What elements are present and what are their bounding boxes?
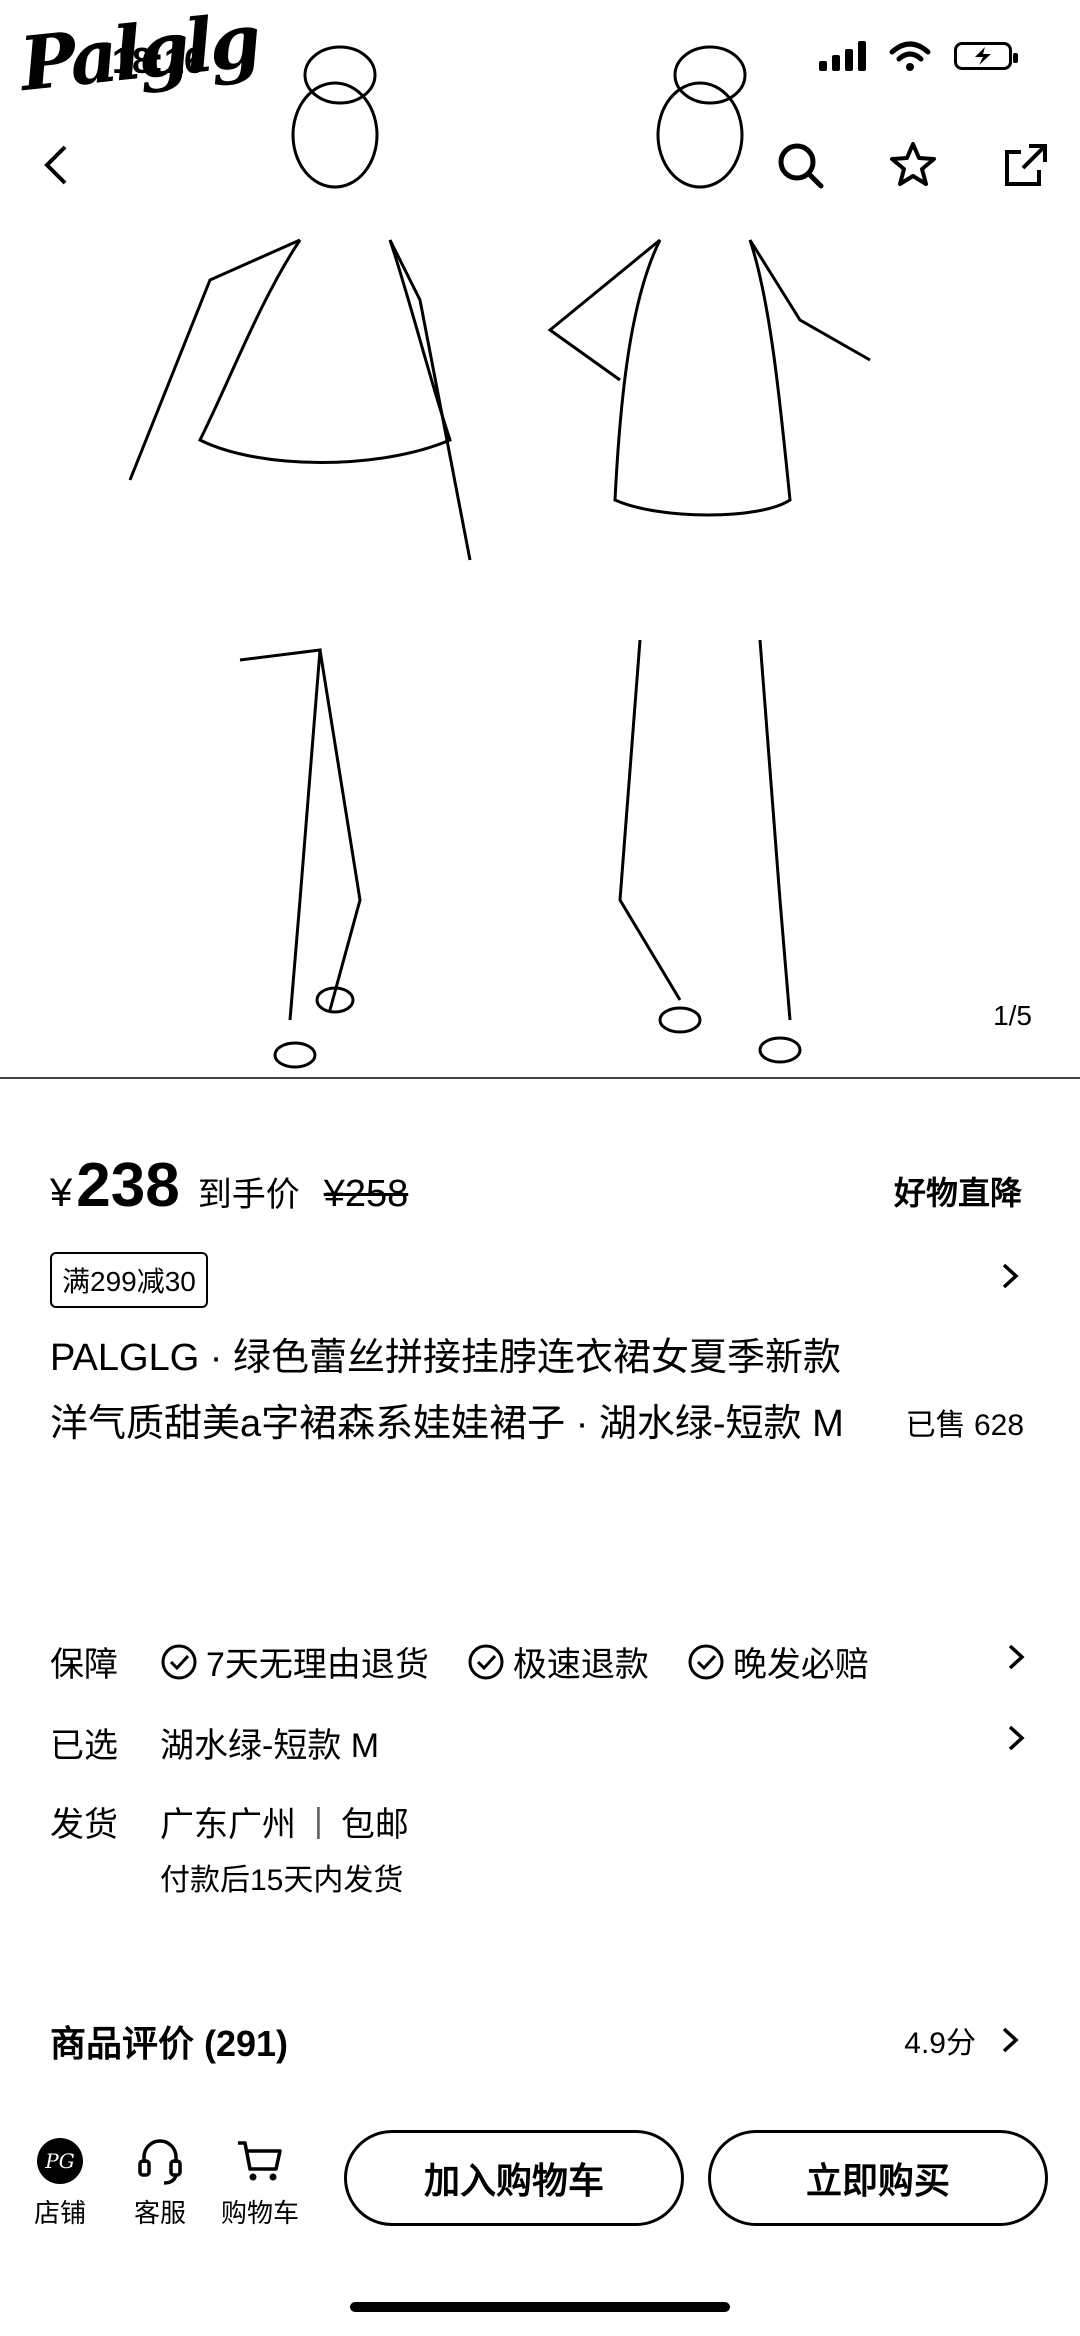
status-icons <box>819 40 1018 72</box>
original-price: ¥258 <box>323 1173 409 1215</box>
guarantee-items: 7天无理由退货 极速退款 晚发必赔 <box>160 1637 889 1686</box>
guarantee-item: 晚发必赔 <box>687 1637 869 1686</box>
service-label: 客服 <box>133 2198 186 2228</box>
reviews-score-link[interactable]: 4.9分 <box>904 2018 1024 2062</box>
check-circle-icon <box>688 1644 724 1679</box>
buy-now-button[interactable]: 立即购买 <box>708 2130 1048 2226</box>
review-score: 4.9分 <box>904 2027 976 2060</box>
guarantee-row[interactable]: 保障 7天无理由退货 极速退款 晚发必赔 <box>50 1637 1030 1686</box>
shipping-separator: | <box>314 1802 323 1840</box>
share-button[interactable] <box>996 135 1056 195</box>
search-icon <box>778 143 824 189</box>
store-logo-icon: PG <box>37 2138 83 2184</box>
headset-icon <box>138 2139 182 2185</box>
svg-text:PG: PG <box>44 2149 74 2173</box>
chevron-right-icon <box>1008 1644 1025 1670</box>
selected-variant-row[interactable]: 已选 湖水绿-短款 M <box>50 1718 1030 1767</box>
guarantee-item: 7天无理由退货 <box>160 1637 429 1686</box>
back-button[interactable] <box>26 135 86 195</box>
store-button[interactable]: PG 店铺 <box>15 2135 105 2230</box>
favorite-button[interactable] <box>883 135 943 195</box>
status-time: 18:16 <box>112 40 205 81</box>
shipping-location: 广东广州 <box>160 1806 296 1844</box>
free-shipping: 包邮 <box>340 1806 409 1844</box>
guarantee-text: 晚发必赔 <box>732 1646 869 1684</box>
search-button[interactable] <box>770 135 830 195</box>
shipping-info: 广东广州 | 包邮 <box>160 1797 409 1846</box>
guarantee-item: 极速退款 <box>467 1637 649 1686</box>
chevron-right-icon <box>1002 2027 1019 2053</box>
selected-label: 已选 <box>50 1727 118 1765</box>
coupon-chevron[interactable] <box>996 1262 1024 1290</box>
wifi-icon <box>889 41 931 71</box>
share-icon <box>1005 144 1047 186</box>
shipping-note: 付款后15天内发货 <box>160 1864 404 1897</box>
guarantee-text: 极速退款 <box>512 1646 649 1684</box>
selected-value: 湖水绿-短款 M <box>160 1727 380 1765</box>
sold-count: 已售 628 <box>905 1409 1024 1442</box>
cart-button[interactable]: 购物车 <box>215 2135 305 2230</box>
price-row: ¥ 238 到手价 ¥258 <box>50 1150 408 1221</box>
customer-service-button[interactable]: 客服 <box>115 2135 205 2230</box>
battery-icon <box>954 42 1018 70</box>
currency-symbol: ¥ <box>50 1171 73 1215</box>
store-label: 店铺 <box>33 2198 86 2228</box>
price-suffix: 到手价 <box>197 1176 300 1214</box>
image-counter: 1/5 <box>993 1000 1032 1031</box>
cart-label: 购物车 <box>220 2198 299 2228</box>
back-icon <box>44 145 67 185</box>
home-indicator[interactable] <box>350 2302 730 2312</box>
signal-icon <box>819 41 866 71</box>
chevron-right-icon <box>1002 1263 1019 1289</box>
chevron-right-icon <box>1008 1725 1025 1751</box>
shipping-row: 发货 广东广州 | 包邮 <box>50 1797 1030 1846</box>
hero-divider <box>0 1077 1080 1079</box>
guarantee-text: 7天无理由退货 <box>206 1646 429 1684</box>
check-circle-icon <box>468 1644 504 1679</box>
add-to-cart-button[interactable]: 加入购物车 <box>344 2130 684 2226</box>
star-icon <box>890 142 936 186</box>
reviews-title[interactable]: 商品评价 (291) <box>50 2015 288 2067</box>
current-price: 238 <box>76 1151 180 1220</box>
shipping-label: 发货 <box>50 1806 118 1844</box>
product-title: PALGLG · 绿色蕾丝拼接挂脖连衣裙女夏季新款洋气质甜美a字裙森系娃娃裙子 … <box>50 1337 844 1445</box>
promo-tag: 好物直降 <box>893 1175 1022 1211</box>
cart-icon <box>238 2141 282 2181</box>
guarantee-label: 保障 <box>50 1646 118 1684</box>
check-circle-icon <box>161 1644 197 1679</box>
coupon-badge[interactable]: 满299减30 <box>50 1252 208 1308</box>
